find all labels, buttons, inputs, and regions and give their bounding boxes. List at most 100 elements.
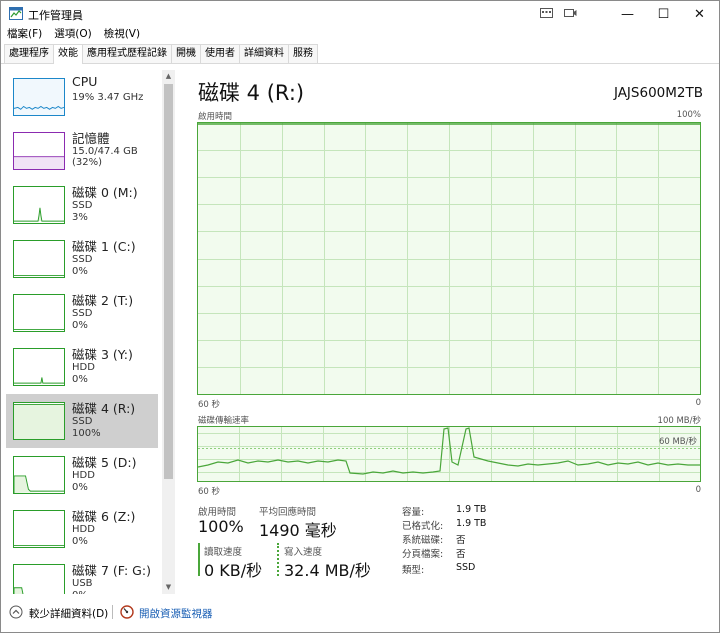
transfer-rate-graph-mid: 60 MB/秒 [658, 437, 697, 447]
menu-view[interactable]: 檢視(V) [98, 27, 146, 44]
sidebar-item-type: HDD [72, 362, 95, 373]
tab-strip: 處理程序 效能 應用程式歷程記錄 開機 使用者 詳細資料 服務 [1, 44, 719, 64]
active-time-graph [197, 122, 701, 395]
sidebar-item-name: 磁碟 3 (Y:) [72, 347, 133, 362]
write-speed-label: 寫入速度 [284, 547, 323, 558]
sidebar-item-memory[interactable]: 記憶體 15.0/47.4 GB (32%) [6, 124, 158, 178]
keyboard-icon[interactable] [540, 8, 553, 18]
window-title: 工作管理員 [28, 9, 83, 22]
cpu-thumbnail-graph [13, 78, 65, 116]
sidebar-item-detail: 15.0/47.4 GB (32%) [72, 146, 138, 168]
system-disk-value: 否 [456, 535, 466, 546]
disk-0-thumbnail-graph [13, 186, 65, 224]
minimize-button[interactable]: — [611, 1, 644, 27]
sidebar-item-disk-0[interactable]: 磁碟 0 (M:) SSD 3% [6, 178, 158, 232]
sidebar-item-cpu[interactable]: CPU 19% 3.47 GHz [6, 70, 158, 124]
type-label: 類型: [402, 565, 425, 576]
disk-6-thumbnail-graph [13, 510, 65, 548]
sidebar-item-disk-2[interactable]: 磁碟 2 (T:) SSD 0% [6, 286, 158, 340]
scrollbar-thumb[interactable] [164, 84, 173, 479]
chevron-up-circle-icon[interactable] [9, 605, 23, 619]
close-button[interactable]: ✕ [683, 1, 716, 27]
type-value: SSD [456, 562, 476, 573]
read-speed-label: 讀取速度 [204, 547, 243, 558]
sidebar-item-type: HDD [72, 470, 95, 481]
sidebar-item-type: SSD [72, 416, 93, 427]
menu-file[interactable]: 檔案(F) [1, 27, 48, 44]
sidebar-item-usage: 0% [72, 374, 88, 385]
capacity-value: 1.9 TB [456, 504, 487, 515]
maximize-button[interactable]: ☐ [647, 1, 680, 27]
capacity-label: 容量: [402, 507, 425, 518]
sidebar-scrollbar[interactable]: ▲ ▼ [162, 70, 175, 594]
sidebar-item-disk-4[interactable]: 磁碟 4 (R:) SSD 100% [6, 394, 158, 448]
sidebar-item-disk-7[interactable]: 磁碟 7 (F: G:) USB 0% [6, 556, 158, 594]
memory-thumbnail-graph [13, 132, 65, 170]
footer-divider [112, 605, 113, 619]
avg-response-value: 1490 毫秒 [259, 521, 337, 540]
tab-processes[interactable]: 處理程序 [4, 44, 54, 63]
sidebar-item-name: 磁碟 4 (R:) [72, 401, 136, 416]
transfer-rate-graph-max: 100 MB/秒 [657, 416, 701, 426]
active-time-graph-duration: 60 秒 [198, 400, 221, 410]
tab-app-history[interactable]: 應用程式歷程記錄 [82, 44, 172, 63]
disk-model: JAJS600M2TB [613, 85, 703, 101]
sidebar-item-name: 磁碟 6 (Z:) [72, 509, 136, 524]
active-time-graph-min: 0 [695, 398, 701, 408]
sidebar-item-disk-1[interactable]: 磁碟 1 (C:) SSD 0% [6, 232, 158, 286]
sidebar-item-disk-3[interactable]: 磁碟 3 (Y:) HDD 0% [6, 340, 158, 394]
transfer-rate-graph-min: 0 [695, 485, 701, 495]
active-time-graph-label: 啟用時間 [198, 112, 233, 122]
active-time-value: 100% [198, 517, 244, 536]
sidebar-item-name: 磁碟 7 (F: G:) [72, 563, 151, 578]
write-speed-value: 32.4 MB/秒 [284, 561, 371, 580]
disk-4-thumbnail-graph [13, 402, 65, 440]
disk-7-thumbnail-graph [13, 564, 65, 594]
read-speed-value: 0 KB/秒 [204, 561, 263, 580]
sidebar-item-name: 磁碟 5 (D:) [72, 455, 137, 470]
open-resource-monitor-link[interactable]: 開啟資源監視器 [139, 606, 213, 621]
sidebar-item-usage: 3% [72, 212, 88, 223]
fewer-details-link[interactable]: 較少詳細資料(D) [29, 606, 108, 621]
tab-services[interactable]: 服務 [288, 44, 318, 63]
sidebar-item-disk-6[interactable]: 磁碟 6 (Z:) HDD 0% [6, 502, 158, 556]
sidebar-item-usage: 0% [72, 482, 88, 493]
sidebar-item-type: SSD [72, 308, 93, 319]
sidebar-item-type: SSD [72, 254, 93, 265]
system-disk-label: 系統磁碟: [402, 535, 444, 546]
resource-list: CPU 19% 3.47 GHz 記憶體 15.0/47.4 GB (32%) … [4, 70, 161, 594]
sidebar-item-name: 記憶體 [72, 131, 110, 146]
sidebar-item-usage: 0% [72, 590, 88, 594]
menu-bar: 檔案(F) 選項(O) 檢視(V) [1, 27, 146, 44]
disk-3-thumbnail-graph [13, 348, 65, 386]
write-speed-indicator [277, 543, 279, 576]
sidebar-item-disk-5[interactable]: 磁碟 5 (D:) HDD 0% [6, 448, 158, 502]
sidebar-item-name: 磁碟 1 (C:) [72, 239, 136, 254]
sidebar-item-usage: 0% [72, 320, 88, 331]
scroll-down-arrow-icon[interactable]: ▼ [162, 581, 175, 594]
scroll-up-arrow-icon[interactable]: ▲ [162, 70, 175, 83]
sidebar-item-name: 磁碟 2 (T:) [72, 293, 134, 308]
transfer-rate-graph-label: 磁碟傳輸速率 [198, 416, 250, 426]
camera-icon[interactable] [564, 8, 577, 18]
active-time-graph-plot [198, 123, 700, 394]
tab-performance[interactable]: 效能 [53, 44, 83, 64]
disk-5-thumbnail-graph [13, 456, 65, 494]
sidebar-item-usage: 0% [72, 266, 88, 277]
resource-monitor-icon [120, 605, 134, 619]
disk-2-thumbnail-graph [13, 294, 65, 332]
title-bar[interactable]: 工作管理員 — ☐ ✕ [1, 1, 719, 27]
page-file-label: 分頁檔案: [402, 549, 444, 560]
active-time-grid [198, 123, 700, 394]
formatted-label: 已格式化: [402, 521, 444, 532]
avg-response-label: 平均回應時間 [259, 507, 317, 518]
sidebar-item-type: HDD [72, 524, 95, 535]
tab-details[interactable]: 詳細資料 [239, 44, 289, 63]
task-manager-window: 工作管理員 — ☐ ✕ 檔案(F) 選項(O) 檢視(V) 處理程序 效能 應用… [0, 0, 720, 633]
read-speed-indicator [198, 543, 200, 576]
sidebar-item-name: CPU [72, 74, 98, 89]
sidebar-item-usage: 0% [72, 536, 88, 547]
tab-startup[interactable]: 開機 [171, 44, 201, 63]
tab-users[interactable]: 使用者 [200, 44, 240, 63]
menu-options[interactable]: 選項(O) [48, 27, 97, 44]
